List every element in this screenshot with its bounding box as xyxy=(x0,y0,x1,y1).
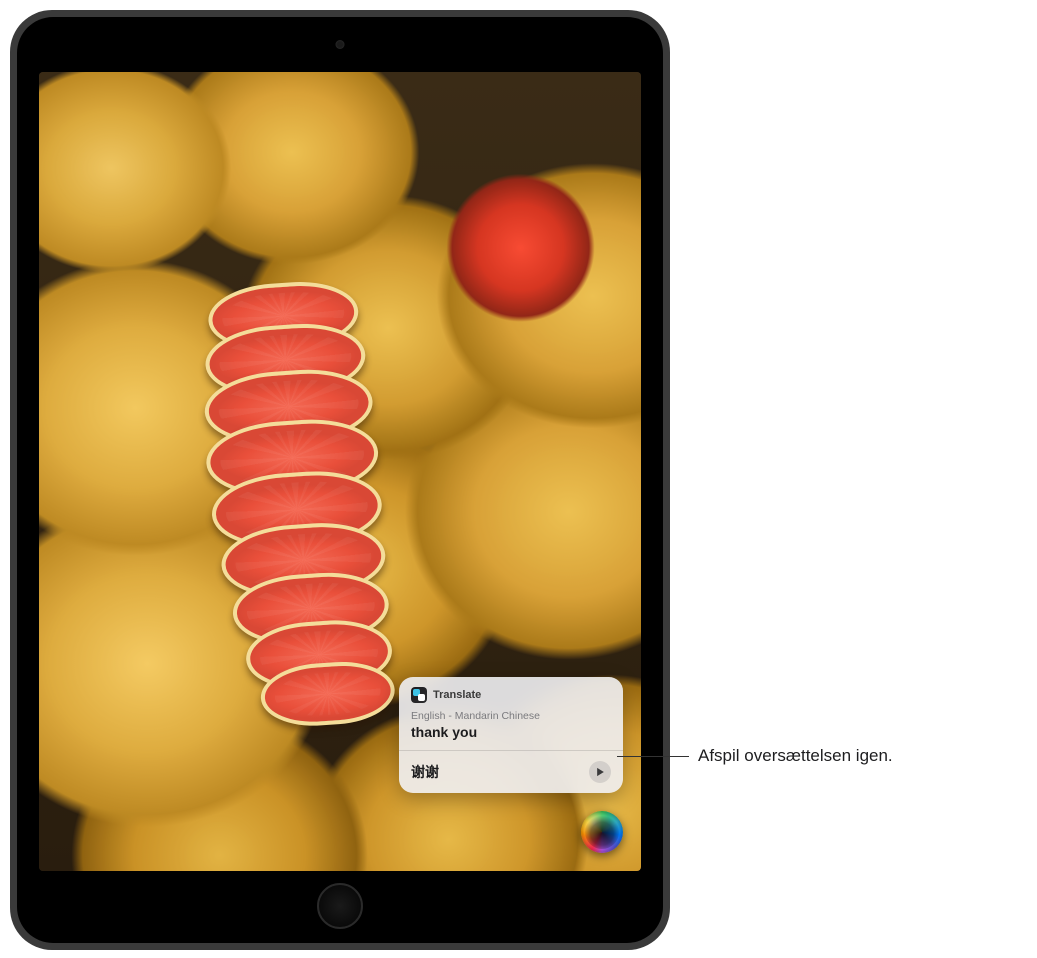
source-phrase-text: thank you xyxy=(411,724,611,740)
translate-app-icon xyxy=(411,687,427,703)
ipad-screen: Translate English - Mandarin Chinese tha… xyxy=(39,72,641,871)
callout-leader-line xyxy=(617,756,689,757)
translation-result-row: 谢谢 xyxy=(411,761,611,783)
translate-card-header: Translate xyxy=(411,687,611,703)
home-button[interactable] xyxy=(317,883,363,929)
translate-card-title: Translate xyxy=(433,689,481,701)
play-icon xyxy=(596,767,605,777)
language-pair-label: English - Mandarin Chinese xyxy=(411,710,611,722)
siri-translate-result-card[interactable]: Translate English - Mandarin Chinese tha… xyxy=(399,677,623,793)
grapefruit-slices-decoration xyxy=(184,275,423,719)
play-translation-button[interactable] xyxy=(589,761,611,783)
card-divider xyxy=(399,750,623,751)
callout-label: Afspil oversættelsen igen. xyxy=(698,746,893,766)
front-camera xyxy=(336,40,345,49)
ipad-bezel: Translate English - Mandarin Chinese tha… xyxy=(17,17,663,943)
siri-button[interactable] xyxy=(581,811,623,853)
ipad-device-frame: Translate English - Mandarin Chinese tha… xyxy=(10,10,670,950)
translated-phrase-text: 谢谢 xyxy=(411,762,439,782)
